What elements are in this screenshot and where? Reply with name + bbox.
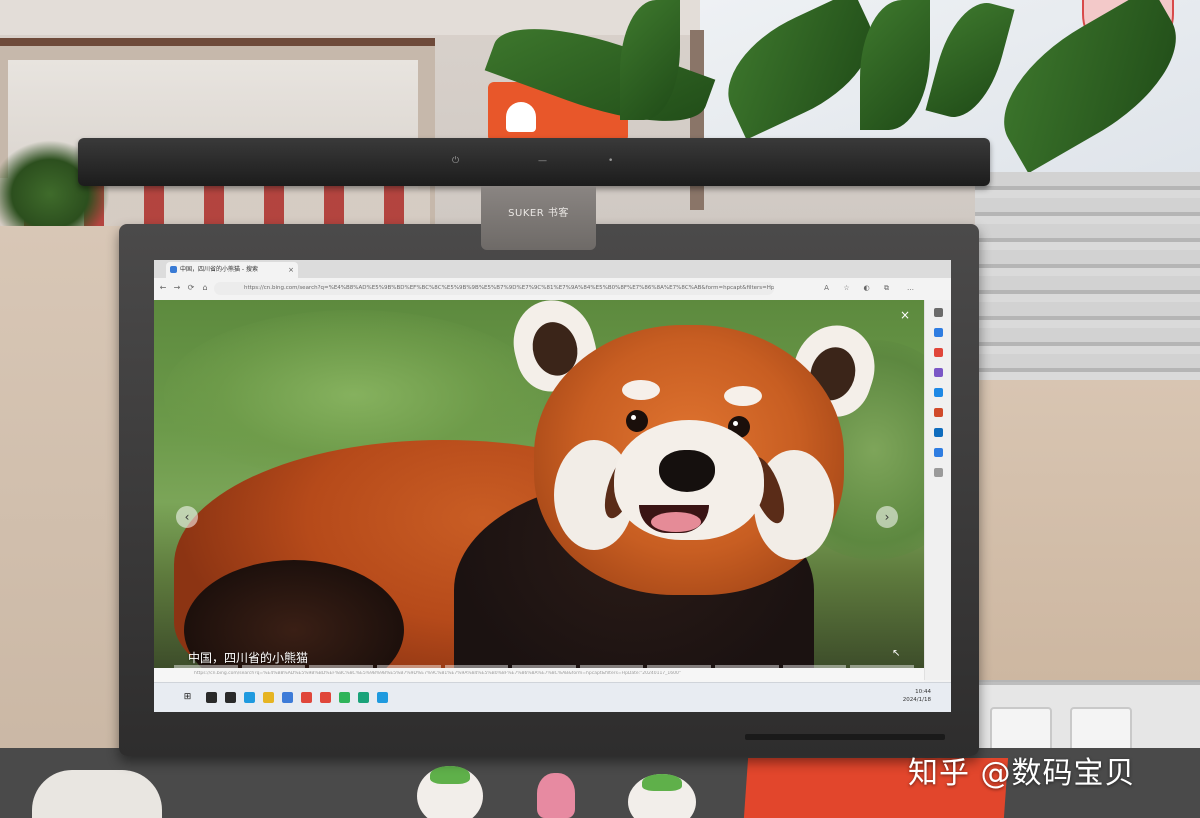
clock-time: 10:44 [915,689,931,695]
search-icon[interactable] [934,308,943,317]
wps-icon[interactable] [320,692,331,703]
light-bar-controls: ⏻ — • [438,156,698,166]
store-icon[interactable] [282,692,293,703]
favorite-icon[interactable]: ☆ [842,284,851,293]
windows-taskbar: ⊞ 10:44 2024/1/18 [154,682,951,712]
red-panda-tongue [651,512,701,532]
edge-icon[interactable] [244,692,255,703]
wechat-icon[interactable] [339,692,350,703]
mouse-cursor: ↖ [892,648,901,659]
ceiling [0,0,700,35]
chrome-icon[interactable] [301,692,312,703]
system-clock[interactable]: 10:44 2024/1/18 [903,688,931,704]
light-bar-clamp: SUKER 书客 [481,186,596,250]
shopping-icon[interactable] [934,348,943,357]
edge-sidebar [924,300,951,680]
partition-panel [975,380,1200,680]
next-arrow-icon[interactable]: › [876,506,898,528]
more-icon[interactable]: … [906,284,915,293]
tab-title: 中国，四川省的小熊猫 - 搜索 [180,266,258,273]
image-viewer: × ‹ › 中国，四川省的小熊猫 ↖ [154,300,924,668]
send-icon[interactable] [934,448,943,457]
pink-figurine [537,773,575,818]
power-icon[interactable]: ⏻ [452,156,459,166]
prev-arrow-icon[interactable]: ‹ [176,506,198,528]
url-field[interactable]: https://cn.bing.com/search?q=%E4%B8%AD%E… [214,282,774,295]
close-icon[interactable]: × [898,308,912,322]
office-icon[interactable] [934,408,943,417]
address-bar: ← → ⟳ ⌂ https://cn.bing.com/search?q=%E4… [154,278,951,301]
games-icon[interactable] [934,388,943,397]
home-icon[interactable]: ⌂ [200,283,210,292]
taskview-icon[interactable] [225,692,236,703]
mode-icon[interactable]: • [608,156,613,166]
tab-bar: 中国，四川省的小熊猫 - 搜索 × [154,260,951,278]
image-caption: 中国，四川省的小熊猫 [188,651,309,665]
close-icon[interactable]: × [288,262,294,278]
watermark: 知乎 @数码宝贝 [908,756,1136,791]
start-button[interactable]: ⊞ [182,692,193,703]
extensions-icon[interactable]: ◐ [862,284,871,293]
forward-icon[interactable]: → [172,283,182,292]
monitor-buttons [745,734,945,740]
slider-icon[interactable]: — [538,156,547,166]
browser-tab[interactable]: 中国，四川省的小熊猫 - 搜索 × [166,262,298,278]
red-panda-nose [659,450,715,492]
photo-scene: ⏻ — • SUKER 书客 中国，四川省的小熊猫 - 搜索 × ← → ⟳ ⌂… [0,0,1200,818]
tools-icon[interactable] [934,368,943,377]
refresh-icon[interactable]: ⟳ [186,283,196,292]
bing-icon [170,266,177,273]
status-strip: https://cn.bing.com/search?q=%E4%B8%AD%E… [154,668,924,682]
search-taskbar-icon[interactable] [206,692,217,703]
mug [32,770,162,818]
monitor-light-bar: ⏻ — • [78,138,990,186]
back-icon[interactable]: ← [158,283,168,292]
monitor-screen: 中国，四川省的小熊猫 - 搜索 × ← → ⟳ ⌂ https://cn.bin… [154,260,951,712]
outlook-icon[interactable] [934,428,943,437]
read-aloud-icon[interactable]: A [822,284,831,293]
clock-date: 2024/1/18 [902,697,931,703]
brand-label: SUKER 书客 [508,208,569,219]
file-explorer-icon[interactable] [263,692,274,703]
app-icon[interactable] [358,692,369,703]
add-icon[interactable] [934,468,943,477]
collections-icon[interactable]: ⧉ [882,284,891,293]
copilot-icon[interactable] [934,328,943,337]
red-panda-eye [626,410,648,432]
status-url: https://cn.bing.com/search?q=%E4%B8%AD%E… [194,671,681,676]
figurine [417,766,483,818]
edge-taskbar-icon[interactable] [377,692,388,703]
